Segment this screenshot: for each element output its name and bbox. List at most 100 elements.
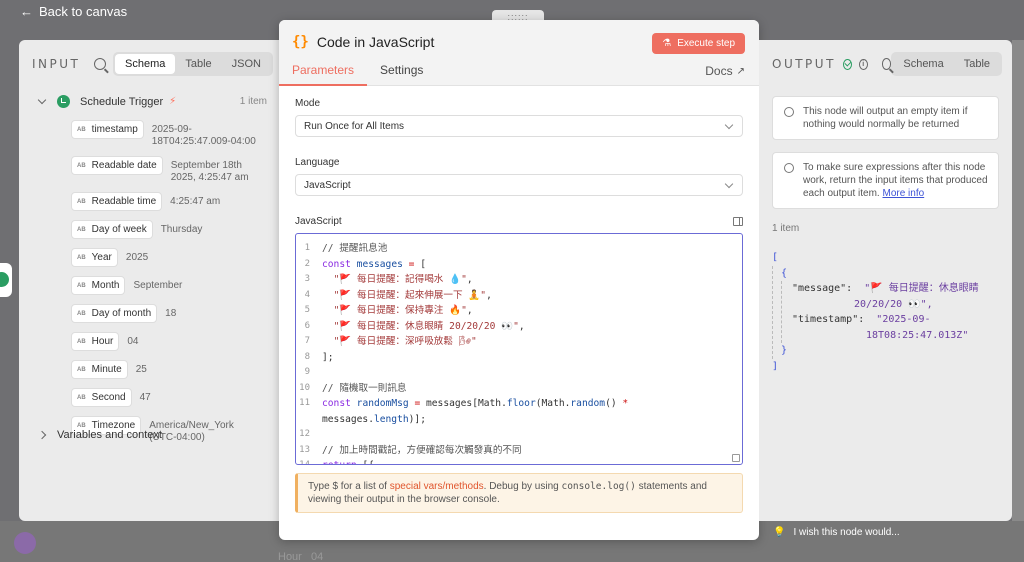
search-icon[interactable] xyxy=(94,58,107,70)
hint-prefix: Type $ for a list of xyxy=(308,481,390,492)
input-header: INPUT Schema Table JSON xyxy=(32,52,273,76)
json-key: "message": xyxy=(792,283,853,294)
execute-step-button[interactable]: ⚗ Execute step xyxy=(652,33,745,54)
flask-icon: ⚗ xyxy=(662,38,672,49)
language-label: Language xyxy=(295,157,340,168)
trigger-node-row[interactable]: Schedule Trigger ⚡ 1 item xyxy=(37,95,267,108)
wish-label: I wish this node would... xyxy=(793,527,900,538)
hint-middle: . Debug by using xyxy=(483,481,562,492)
field-name: Day of week xyxy=(91,224,147,235)
more-info-link[interactable]: More info xyxy=(883,188,925,199)
clock-icon xyxy=(57,95,70,108)
tab-parameters[interactable]: Parameters xyxy=(279,63,368,86)
schema-field[interactable]: AB Readable time 4:25:47 am xyxy=(71,192,277,211)
schema-field[interactable]: AB Hour 04 xyxy=(71,332,277,351)
view-json-button[interactable]: JSON xyxy=(222,54,271,74)
field-pill[interactable]: AB timestamp xyxy=(71,120,144,139)
lightbulb-icon: 💡 xyxy=(773,527,786,538)
code-node-modal: {} Code in JavaScript ⚗ Execute step Par… xyxy=(279,20,759,540)
field-value: September xyxy=(133,280,183,291)
chevron-right-icon[interactable] xyxy=(37,430,47,440)
field-value: September 18th 2025, 4:25:47 am xyxy=(170,160,249,183)
feedback-link[interactable]: 💡 I wish this node would... xyxy=(773,527,900,538)
search-icon[interactable] xyxy=(881,58,892,70)
schema-field[interactable]: AB Minute 25 xyxy=(71,360,277,379)
input-title: INPUT xyxy=(32,57,81,71)
modal-tabs: Parameters Settings xyxy=(279,63,436,86)
field-value: 4:25:47 am xyxy=(170,196,221,207)
variables-context-row[interactable]: Variables and context xyxy=(37,429,162,441)
string-type-icon: AB xyxy=(77,162,86,169)
output-view-switch: Schema Table xyxy=(891,52,1003,76)
field-value: 47 xyxy=(139,392,151,403)
field-value: 25 xyxy=(135,364,147,375)
view-schema-button[interactable]: Schema xyxy=(115,54,176,74)
view-schema-button[interactable]: Schema xyxy=(893,54,953,74)
node-title[interactable]: Code in JavaScript xyxy=(317,34,435,50)
field-value: Thursday xyxy=(160,224,203,235)
language-select[interactable]: JavaScript xyxy=(295,174,743,196)
docs-link[interactable]: Docs ↗ xyxy=(705,64,745,78)
hint-code: console.log() xyxy=(561,481,636,492)
info-icon[interactable]: i xyxy=(858,58,868,70)
schema-field[interactable]: AB Day of month 18 xyxy=(71,304,277,323)
chevron-down-icon xyxy=(724,179,734,189)
chevron-down-icon xyxy=(724,120,734,130)
string-type-icon: AB xyxy=(77,126,86,133)
field-pill[interactable]: AB Readable time xyxy=(71,192,163,211)
output-header: OUTPUT i Schema Table xyxy=(772,52,1003,76)
field-pill[interactable]: AB Day of month xyxy=(71,304,158,323)
mode-select[interactable]: Run Once for All Items xyxy=(295,115,743,137)
schema-field[interactable]: AB Day of week Thursday xyxy=(71,220,277,239)
resize-handle-icon[interactable] xyxy=(732,454,740,462)
back-to-canvas-link[interactable]: ← Back to canvas xyxy=(20,4,127,19)
field-pill[interactable]: AB Second xyxy=(71,388,132,407)
string-type-icon: AB xyxy=(77,226,86,233)
code-line: 10// 隨機取一則訊息 xyxy=(299,382,407,394)
code-editor[interactable]: 1// 提醒訊息池 2 const messages = [ 3 "🚩 每日提醒：… xyxy=(295,233,743,465)
field-pill[interactable]: AB Minute xyxy=(71,360,128,379)
modal-body: Mode Run Once for All Items Language Jav… xyxy=(279,86,759,513)
field-value: 18 xyxy=(165,308,177,319)
ghost-field: Hour 04 xyxy=(278,551,324,562)
field-pill[interactable]: AB Month xyxy=(71,276,126,295)
bolt-icon: ⚡ xyxy=(169,96,177,107)
string-type-icon: AB xyxy=(77,366,86,373)
panel-toggle-icon[interactable] xyxy=(733,217,743,226)
avatar[interactable] xyxy=(14,532,36,554)
schema-field[interactable]: AB Year 2025 xyxy=(71,248,277,267)
chevron-down-icon[interactable] xyxy=(37,95,47,105)
field-name: timestamp xyxy=(91,124,138,135)
field-pill[interactable]: AB Readable date xyxy=(71,156,163,175)
string-type-icon: AB xyxy=(77,310,86,317)
code-line: 9 xyxy=(304,367,310,377)
modal-header: {} Code in JavaScript ⚗ Execute step Par… xyxy=(279,20,759,86)
canvas-node-edge[interactable] xyxy=(0,263,12,297)
json-value: 18T08:25:47.013Z" xyxy=(866,329,969,341)
info-icon xyxy=(784,163,794,173)
field-name: Year xyxy=(91,252,112,263)
string-type-icon: AB xyxy=(77,254,86,261)
field-pill[interactable]: AB Year xyxy=(71,248,118,267)
code-line: 14return [{ xyxy=(299,460,374,465)
schema-field[interactable]: AB timestamp 2025-09- 18T04:25:47.009-04:0… xyxy=(71,120,277,147)
field-pill[interactable]: AB Day of week xyxy=(71,220,153,239)
schema-field[interactable]: AB Readable date September 18th 2025, 4:25… xyxy=(71,156,277,183)
external-link-icon: ↗ xyxy=(736,65,745,77)
trigger-name: Schedule Trigger xyxy=(80,95,164,108)
field-value: 2025-09- 18T04:25:47.009-04:00 xyxy=(151,124,256,147)
view-table-button[interactable]: Table xyxy=(954,54,1000,74)
mode-value: Run Once for All Items xyxy=(304,120,405,132)
code-line: 8]; xyxy=(304,351,334,363)
special-vars-link[interactable]: special vars/methods xyxy=(390,481,484,492)
schema-field[interactable]: AB Month September xyxy=(71,276,277,295)
input-item-count: 1 item xyxy=(239,96,267,107)
schema-field[interactable]: AB Second 47 xyxy=(71,388,277,407)
code-header: JavaScript xyxy=(295,216,743,227)
code-line: 4 "🚩 每日提醒：起來伸展一下 🧘", xyxy=(304,289,492,301)
field-pill[interactable]: AB Hour xyxy=(71,332,120,351)
check-circle-icon xyxy=(842,58,852,70)
field-value: 2025 xyxy=(125,252,149,263)
view-table-button[interactable]: Table xyxy=(175,54,221,74)
tab-settings[interactable]: Settings xyxy=(367,63,436,86)
